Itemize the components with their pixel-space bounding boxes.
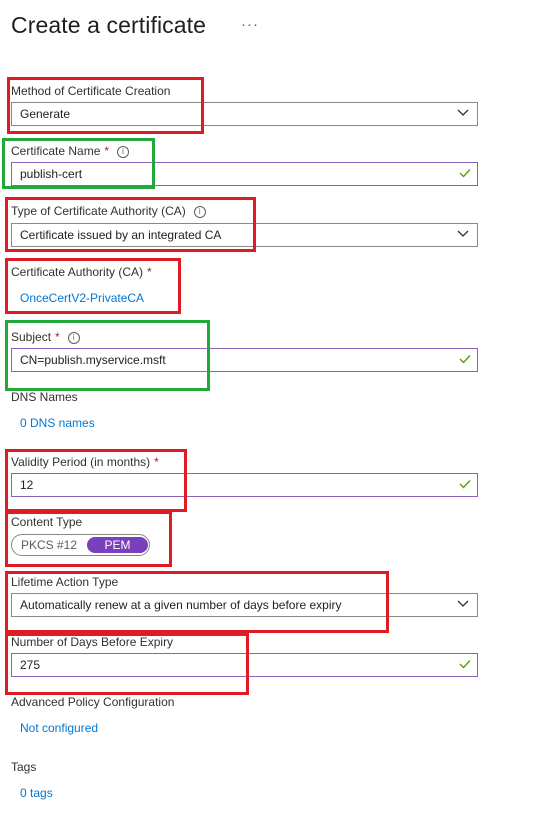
more-options-button[interactable]: ···	[241, 16, 259, 33]
advanced-config-link[interactable]: Not configured	[20, 721, 98, 735]
tags-link[interactable]: 0 tags	[20, 786, 53, 800]
highlight-box-ca-type	[5, 197, 256, 252]
highlight-box-content-type	[5, 511, 172, 567]
dns-label: DNS Names	[11, 390, 78, 404]
highlight-box-subject	[5, 320, 210, 391]
highlight-box-days	[5, 633, 249, 695]
highlight-box-lifetime	[5, 571, 389, 633]
checkmark-icon	[459, 169, 471, 178]
checkmark-icon	[459, 480, 471, 489]
chevron-down-icon	[457, 230, 469, 237]
dns-names-link[interactable]: 0 DNS names	[20, 416, 95, 430]
highlight-box-validity	[5, 449, 187, 512]
chevron-down-icon	[457, 600, 469, 607]
advanced-label: Advanced Policy Configuration	[11, 695, 175, 709]
highlight-box-ca	[5, 258, 181, 314]
highlight-box-method	[7, 77, 204, 134]
checkmark-icon	[459, 355, 471, 364]
tags-label: Tags	[11, 760, 37, 774]
chevron-down-icon	[457, 109, 469, 116]
page-title: Create a certificate	[11, 12, 207, 38]
checkmark-icon	[459, 660, 471, 669]
highlight-box-name	[2, 138, 155, 189]
